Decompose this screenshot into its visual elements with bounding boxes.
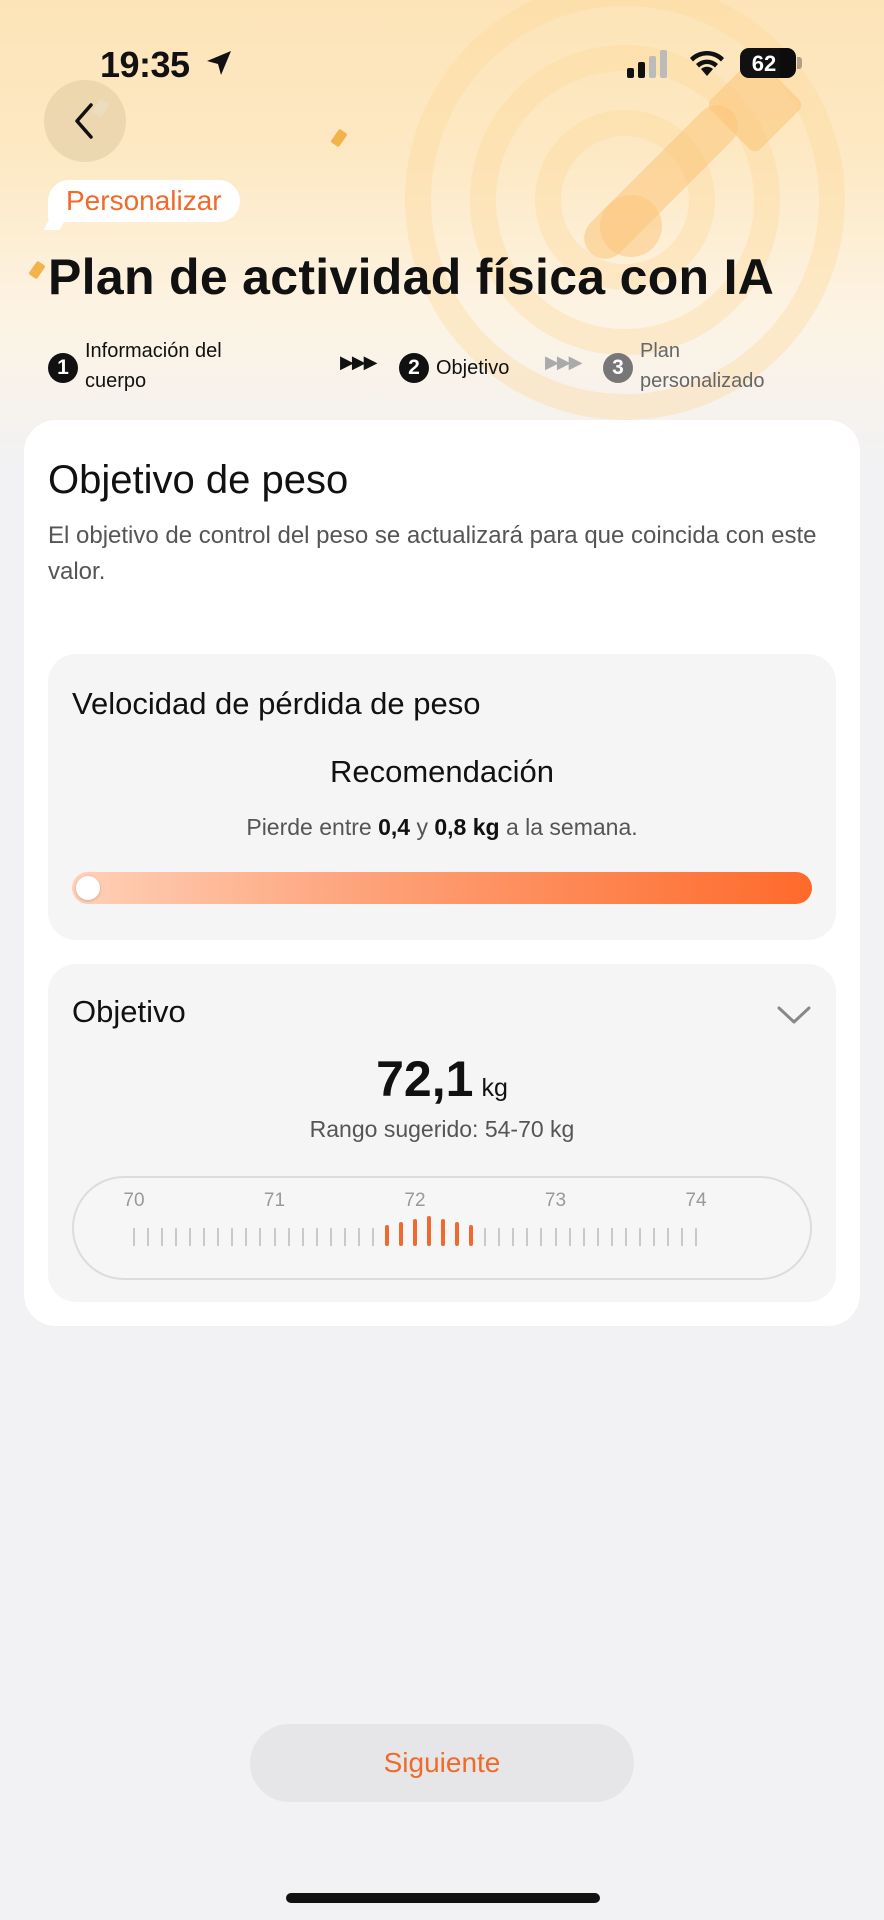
ruler-tick: [624, 1228, 627, 1246]
ruler-tick: [203, 1228, 206, 1246]
step-1-label-line2: cuerpo: [85, 370, 147, 392]
personalize-tag: Personalizar: [48, 180, 240, 222]
ruler-tick: [273, 1228, 276, 1246]
ruler-tick: [596, 1228, 599, 1246]
ruler-tick: [147, 1228, 150, 1246]
ruler-tick: [231, 1228, 234, 1246]
status-bar: 19:35 62: [0, 0, 884, 130]
ruler-tick: [329, 1228, 332, 1246]
ruler-tick: [554, 1228, 557, 1246]
ruler-tick: [189, 1228, 192, 1246]
speed-slider-thumb[interactable]: [76, 876, 100, 900]
ruler-tick: [526, 1228, 529, 1246]
rec-min: 0,4: [378, 814, 411, 840]
section-description: El objetivo de control del peso se actua…: [48, 522, 817, 585]
ruler-tick: [175, 1228, 178, 1246]
battery-level: 62: [751, 51, 777, 76]
recommendation-text: Pierde entre 0,4 y 0,8 kg a la semana.: [48, 814, 836, 841]
ruler-tick: [469, 1225, 474, 1246]
ruler-label: 72: [404, 1190, 426, 1211]
ruler-tick: [695, 1228, 697, 1246]
ruler-tick: [540, 1228, 543, 1246]
ruler-tick: [610, 1228, 613, 1246]
ruler-label: 74: [685, 1190, 707, 1211]
ruler-tick: [384, 1225, 389, 1246]
ruler-tick: [161, 1228, 164, 1246]
ruler-tick: [652, 1228, 655, 1246]
battery-indicator: 62: [740, 48, 796, 78]
ruler-label: 70: [123, 1190, 145, 1211]
ruler-tick: [245, 1228, 248, 1246]
ruler-tick: [484, 1228, 487, 1246]
ruler-label: 71: [263, 1190, 286, 1211]
ruler-tick: [498, 1228, 501, 1246]
ruler-tick: [666, 1228, 669, 1246]
step-3-label-line1: Plan: [640, 340, 681, 362]
cellular-signal-icon: [627, 50, 667, 78]
rec-suffix: a la semana.: [505, 814, 638, 840]
chevron-down-icon[interactable]: [776, 1004, 812, 1026]
status-time: 19:35: [100, 44, 190, 85]
suggested-range: Rango sugerido: 54-70 kg: [309, 1116, 575, 1142]
goal-title: Objetivo: [72, 994, 186, 1029]
step-1-number: 1: [48, 353, 78, 383]
step-3-label-line2: personalizado: [640, 370, 765, 392]
ruler-tick: [455, 1222, 460, 1246]
ruler-tick: [357, 1228, 360, 1246]
ruler-tick: [512, 1228, 515, 1246]
sparkle-decoration: [28, 260, 46, 280]
ruler-tick: [133, 1228, 135, 1246]
rec-prefix: Pierde entre: [246, 814, 372, 840]
progress-stepper: 1 Información del cuerpo ▶▶▶ 2 Objetivo …: [0, 332, 884, 402]
home-indicator: [286, 1893, 600, 1903]
goal-value: 72,1 kg: [48, 1050, 836, 1108]
step-2-label: Objetivo: [436, 357, 510, 379]
rec-connector: y: [416, 814, 428, 840]
step-1-label-line1: Información del: [85, 340, 222, 362]
ruler-tick: [287, 1228, 290, 1246]
rec-max: 0,8 kg: [434, 814, 500, 840]
speed-slider[interactable]: [72, 872, 812, 904]
chevron-left-icon: [75, 103, 93, 139]
ruler-tick: [638, 1228, 641, 1246]
next-button[interactable]: Siguiente: [250, 1724, 634, 1802]
ruler-tick: [441, 1219, 446, 1246]
ruler-tick: [568, 1228, 571, 1246]
goal-panel: Objetivo 72,1 kg Rango sugerido: 54-70 kg…: [48, 964, 836, 1302]
step-3-number: 3: [603, 353, 633, 383]
weight-loss-speed-panel: Velocidad de pérdida de peso Recomendaci…: [48, 654, 836, 940]
ruler-tick: [301, 1228, 304, 1246]
wifi-icon: [690, 50, 724, 76]
ruler-tick: [259, 1228, 262, 1246]
speed-title: Velocidad de pérdida de peso: [72, 686, 481, 721]
ruler-tick: [217, 1228, 220, 1246]
ruler-tick: [343, 1228, 346, 1246]
sparkle-decoration: [330, 128, 348, 148]
ruler-tick: [427, 1216, 432, 1246]
back-button[interactable]: [44, 80, 126, 162]
recommendation-title: Recomendación: [329, 754, 555, 789]
step-2-number: 2: [399, 353, 429, 383]
goal-number: 72,1: [376, 1051, 474, 1107]
weight-ruler-picker[interactable]: 70 71 72 73 74: [72, 1176, 812, 1280]
section-title: Objetivo de peso: [48, 458, 349, 502]
ruler-tick: [582, 1228, 585, 1246]
step-arrows-icon: ▶▶▶: [340, 352, 378, 372]
step-arrows-icon: ▶▶▶: [545, 352, 583, 372]
ruler-label: 73: [544, 1190, 567, 1211]
goal-unit: kg: [481, 1074, 508, 1102]
ruler-tick: [398, 1222, 403, 1246]
location-arrow-icon: [207, 51, 231, 75]
battery-tip: [797, 57, 802, 69]
ruler-tick: [413, 1219, 417, 1246]
page-title: Plan de actividad física con IA: [48, 249, 775, 305]
ruler-tick: [371, 1228, 374, 1246]
ruler-tick: [680, 1228, 683, 1246]
ruler-tick: [315, 1228, 318, 1246]
